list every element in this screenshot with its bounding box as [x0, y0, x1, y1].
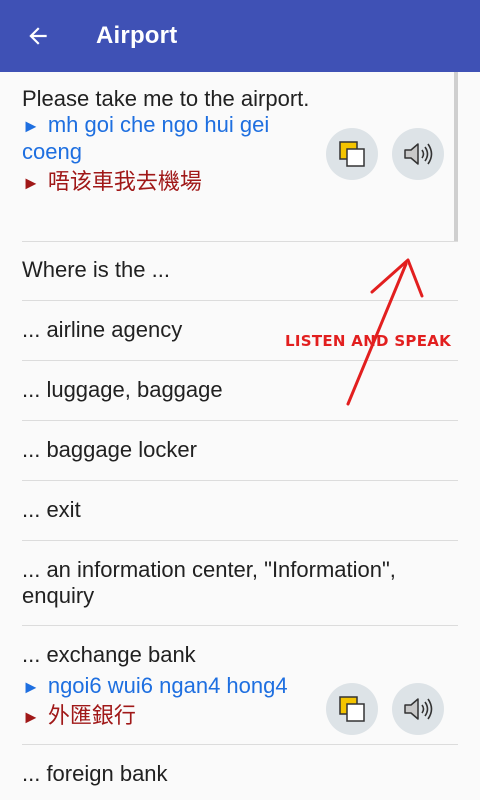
- copy-button[interactable]: [326, 128, 378, 180]
- phrase-transliteration: ► mh goi che ngo hui gei coeng: [22, 112, 270, 164]
- speaker-icon: [404, 143, 433, 165]
- phrase-item[interactable]: ... baggage locker: [22, 437, 458, 481]
- phrase-chinese: ► 外匯銀行: [22, 703, 136, 728]
- phrase-item-exchange-bank[interactable]: ... exchange bank ► ngoi6 wui6 ngan4 hong…: [22, 642, 458, 745]
- phrase-item[interactable]: ... foreign bank: [22, 761, 458, 800]
- phrase-english: ... baggage locker: [22, 437, 197, 462]
- phrase-english: ... exit: [22, 497, 81, 522]
- play-marker: ►: [22, 173, 40, 193]
- copy-icon: [339, 696, 365, 722]
- annotation-label: LISTEN AND SPEAK: [285, 332, 452, 350]
- play-marker: ►: [22, 116, 40, 136]
- copy-button[interactable]: [326, 683, 378, 735]
- page-title: Airport: [96, 22, 178, 49]
- phrase-transliteration: ► ngoi6 wui6 ngan4 hong4: [22, 673, 288, 698]
- speak-button[interactable]: [392, 683, 444, 735]
- phrase-english: Please take me to the airport.: [22, 86, 310, 111]
- phrase-chinese: ► 唔该車我去機場: [22, 169, 202, 194]
- copy-icon: [339, 141, 365, 167]
- phrase-english: ... an information center, "Information"…: [22, 557, 396, 608]
- back-arrow-icon: [29, 27, 47, 45]
- phrase-list[interactable]: Please take me to the airport. ► mh goi c…: [0, 72, 480, 800]
- speak-button[interactable]: [392, 128, 444, 180]
- app-bar: Airport: [0, 0, 480, 72]
- play-marker: ►: [22, 707, 40, 727]
- speaker-icon: [404, 698, 433, 720]
- phrase-item[interactable]: ... an information center, "Information"…: [22, 557, 458, 626]
- back-button[interactable]: [2, 0, 74, 72]
- phrase-english: ... exchange bank: [22, 642, 196, 667]
- play-marker: ►: [22, 677, 40, 697]
- phrase-item-airport[interactable]: Please take me to the airport. ► mh goi c…: [22, 86, 458, 242]
- phrase-item[interactable]: ... exit: [22, 497, 458, 541]
- phrase-english: ... foreign bank: [22, 761, 168, 786]
